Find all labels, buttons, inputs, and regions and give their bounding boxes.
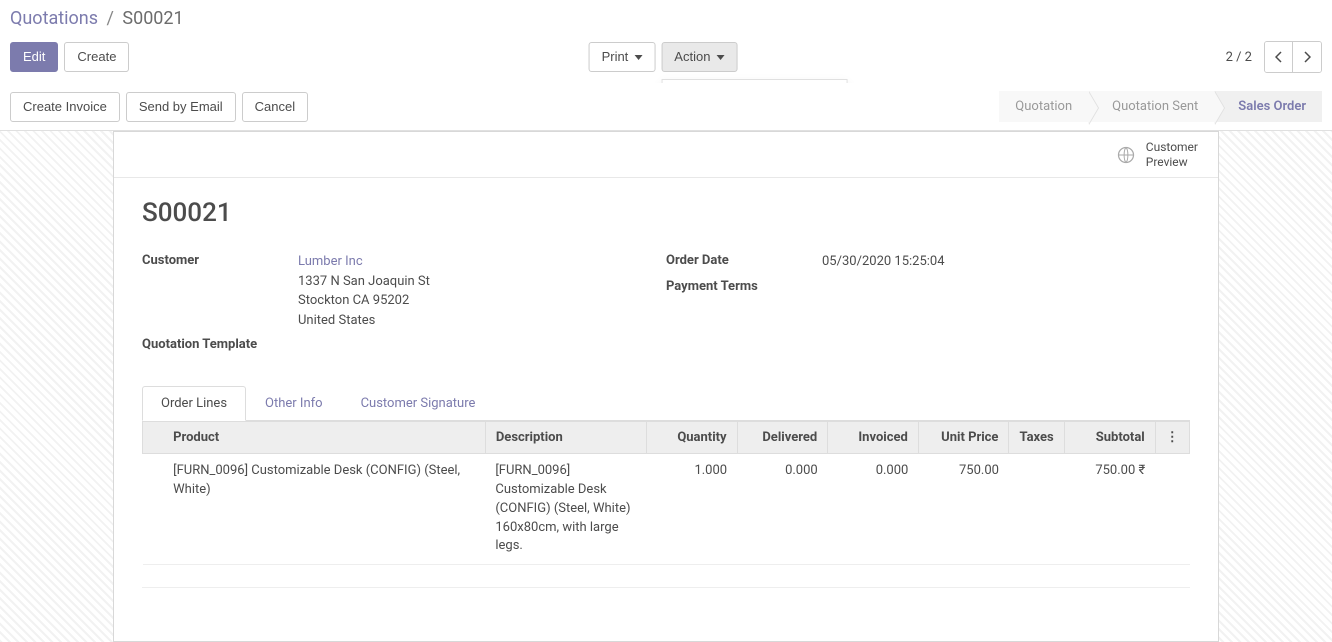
customer-label: Customer (142, 252, 298, 330)
tab-order-lines[interactable]: Order Lines (142, 386, 246, 421)
form-sheet: Customer Preview S00021 Customer Lumber … (113, 131, 1219, 642)
col-product[interactable]: Product (163, 422, 485, 454)
status-bar: Quotation Quotation Sent Sales Order (999, 91, 1322, 122)
form-background: Customer Preview S00021 Customer Lumber … (0, 131, 1332, 642)
status-quotation-sent[interactable]: Quotation Sent (1088, 91, 1214, 122)
bottom-spacer (142, 587, 1190, 617)
status-quotation[interactable]: Quotation (999, 91, 1088, 122)
cancel-button[interactable]: Cancel (242, 92, 308, 122)
pager-buttons (1264, 41, 1322, 73)
breadcrumb: Quotations / S00021 (0, 0, 1332, 35)
chevron-left-icon (1275, 51, 1283, 63)
chevron-right-icon (1303, 51, 1311, 63)
pager-text: 2 / 2 (1226, 50, 1252, 65)
info-left: Customer Lumber Inc 1337 N San Joaquin S… (142, 252, 666, 358)
col-kebab[interactable]: ⋮ (1155, 422, 1189, 454)
order-date-label: Order Date (666, 252, 822, 272)
customer-preview-text: Customer Preview (1146, 140, 1198, 169)
action-bar: Create Invoice Send by Email Cancel Quot… (0, 83, 1332, 131)
col-description[interactable]: Description (485, 422, 646, 454)
col-quantity[interactable]: Quantity (646, 422, 737, 454)
customer-addr3: United States (298, 313, 375, 328)
cell-delivered: 0.000 (737, 454, 828, 565)
col-unit-price[interactable]: Unit Price (918, 422, 1009, 454)
breadcrumb-sep: / (106, 8, 113, 29)
payment-terms-label: Payment Terms (666, 278, 822, 294)
tab-customer-signature[interactable]: Customer Signature (342, 386, 495, 421)
cell-quantity: 1.000 (646, 454, 737, 565)
sheet-body: S00021 Customer Lumber Inc 1337 N San Jo… (114, 178, 1218, 641)
tabs: Order Lines Other Info Customer Signatur… (142, 386, 1190, 421)
template-label: Quotation Template (142, 336, 298, 352)
customer-preview-button[interactable]: Customer Preview (1108, 136, 1206, 173)
cell-invoiced: 0.000 (828, 454, 919, 565)
print-label: Print (602, 49, 629, 64)
edit-button[interactable]: Edit (10, 42, 58, 72)
col-handle (143, 422, 164, 454)
cell-handle (143, 454, 164, 565)
pager: 2 / 2 (1226, 41, 1322, 73)
breadcrumb-current: S00021 (122, 8, 183, 29)
globe-icon (1116, 145, 1136, 165)
table-header-row: Product Description Quantity Delivered I… (143, 422, 1190, 454)
col-subtotal[interactable]: Subtotal (1065, 422, 1156, 454)
customer-preview-line2: Preview (1146, 155, 1188, 169)
action-label: Action (674, 49, 710, 64)
col-delivered[interactable]: Delivered (737, 422, 828, 454)
print-dropdown[interactable]: Print (589, 42, 656, 72)
col-taxes[interactable]: Taxes (1009, 422, 1065, 454)
caret-down-icon (634, 55, 642, 60)
cell-product: [FURN_0096] Customizable Desk (CONFIG) (… (163, 454, 485, 565)
order-title: S00021 (142, 198, 1190, 228)
cell-subtotal: 750.00 ₹ (1065, 454, 1156, 565)
lines-table: Product Description Quantity Delivered I… (142, 421, 1190, 565)
breadcrumb-root[interactable]: Quotations (10, 8, 98, 29)
send-email-button[interactable]: Send by Email (126, 92, 236, 122)
pager-next[interactable] (1293, 42, 1321, 72)
pager-prev[interactable] (1265, 42, 1293, 72)
create-button[interactable]: Create (64, 42, 129, 72)
order-date-value: 05/30/2020 15:25:04 (822, 252, 945, 272)
sheet-topbar: Customer Preview (114, 132, 1218, 178)
info-grid: Customer Lumber Inc 1337 N San Joaquin S… (142, 252, 1190, 358)
status-sales-order[interactable]: Sales Order (1214, 91, 1322, 122)
customer-value: Lumber Inc 1337 N San Joaquin St Stockto… (298, 252, 430, 330)
cell-description: [FURN_0096] Customizable Desk (CONFIG) (… (485, 454, 646, 565)
col-invoiced[interactable]: Invoiced (828, 422, 919, 454)
customer-addr2: Stockton CA 95202 (298, 293, 409, 308)
tab-other-info[interactable]: Other Info (246, 386, 342, 421)
table-row[interactable]: [FURN_0096] Customizable Desk (CONFIG) (… (143, 454, 1190, 565)
caret-down-icon (716, 55, 724, 60)
customer-preview-line1: Customer (1146, 140, 1198, 154)
lines-table-wrap: Product Description Quantity Delivered I… (142, 421, 1190, 565)
create-invoice-button[interactable]: Create Invoice (10, 92, 120, 122)
cell-kebab (1155, 454, 1189, 565)
control-bar: Edit Create Print Action Delete Duplicat… (0, 35, 1332, 83)
customer-addr1: 1337 N San Joaquin St (298, 274, 430, 289)
action-dropdown-wrapper: Action Delete Duplicate Share Generate a… (661, 42, 743, 72)
cell-taxes (1009, 454, 1065, 565)
center-controls: Print Action Delete Duplicate Share Gene… (589, 42, 744, 72)
cell-unit-price: 750.00 (918, 454, 1009, 565)
info-right: Order Date 05/30/2020 15:25:04 Payment T… (666, 252, 1190, 358)
customer-link[interactable]: Lumber Inc (298, 254, 363, 269)
action-dropdown[interactable]: Action (661, 42, 737, 72)
